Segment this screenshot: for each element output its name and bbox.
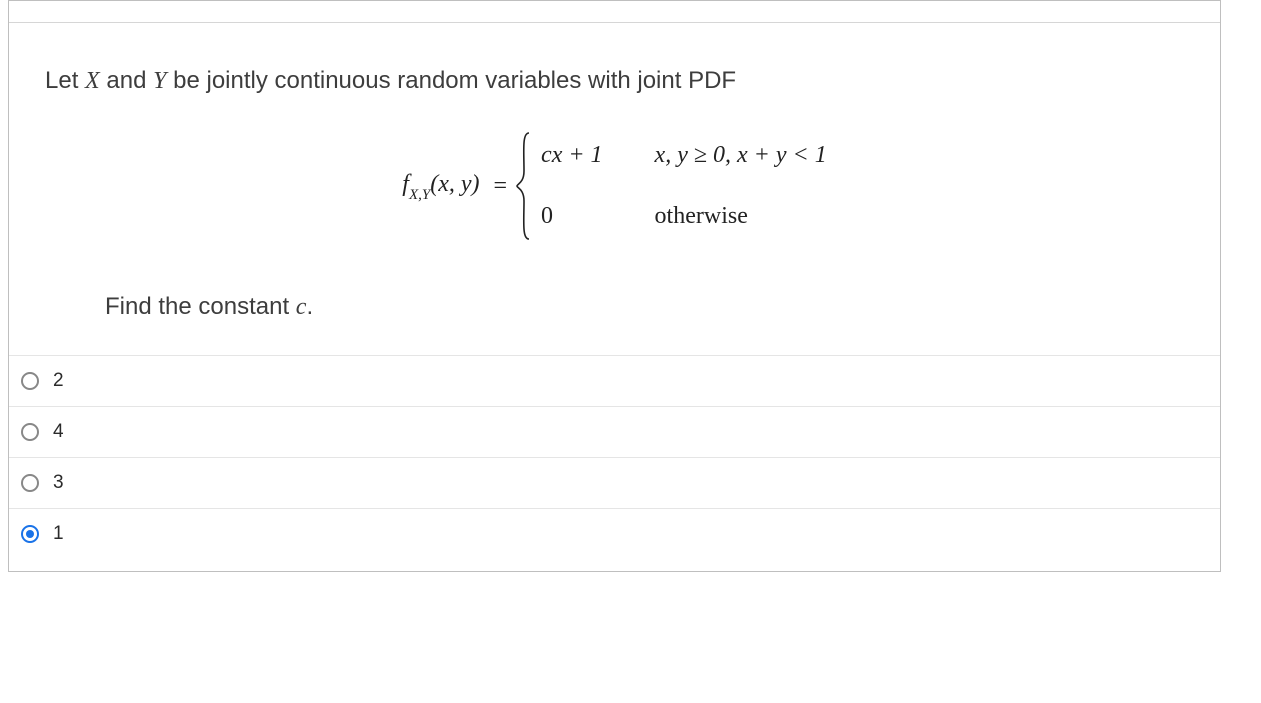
option-row[interactable]: 2 [9,356,1220,407]
math-lhs: fX,Y(x, y) = [402,131,515,241]
piecewise: cx + 1 x, y ≥ 0, x + y < 1 0 otherwise [515,131,827,241]
card-top-strip [9,1,1220,23]
math-definition: fX,Y(x, y) = cx + 1 x, y ≥ 0, x + y < 1 … [45,131,1184,241]
f-subscript: X,Y [409,187,430,203]
radio-icon[interactable] [21,372,39,390]
case1-expression: cx + 1 [541,142,603,169]
f-args: (x, y) [430,171,479,197]
text: Let [45,67,85,94]
options-list: 2 4 3 1 [9,355,1220,571]
var-y: Y [153,68,166,94]
option-row[interactable]: 3 [9,458,1220,509]
case2-condition: otherwise [655,203,827,230]
option-label: 2 [53,370,64,392]
option-label: 4 [53,421,64,443]
prompt-var: c [296,294,307,320]
text: . [306,293,313,320]
question-card: Let X and Y be jointly continuous random… [8,0,1221,572]
option-row[interactable]: 4 [9,407,1220,458]
var-x: X [85,68,100,94]
option-label: 1 [53,523,64,545]
option-label: 3 [53,472,64,494]
case2-expression: 0 [541,203,603,230]
question-intro: Let X and Y be jointly continuous random… [45,67,1184,95]
left-brace-icon [515,131,533,241]
text: and [100,67,153,94]
text: be jointly continuous random variables w… [166,67,736,94]
case1-condition: x, y ≥ 0, x + y < 1 [655,142,827,169]
question-prompt: Find the constant c. [105,293,1184,321]
f-symbol: f [402,171,409,197]
question-body: Let X and Y be jointly continuous random… [9,23,1220,355]
equals-sign: = [494,173,508,200]
cases-grid: cx + 1 x, y ≥ 0, x + y < 1 0 otherwise [533,136,827,236]
radio-icon[interactable] [21,423,39,441]
text: Find the constant [105,293,296,320]
option-row[interactable]: 1 [9,509,1220,571]
radio-icon[interactable] [21,525,39,543]
radio-icon[interactable] [21,474,39,492]
